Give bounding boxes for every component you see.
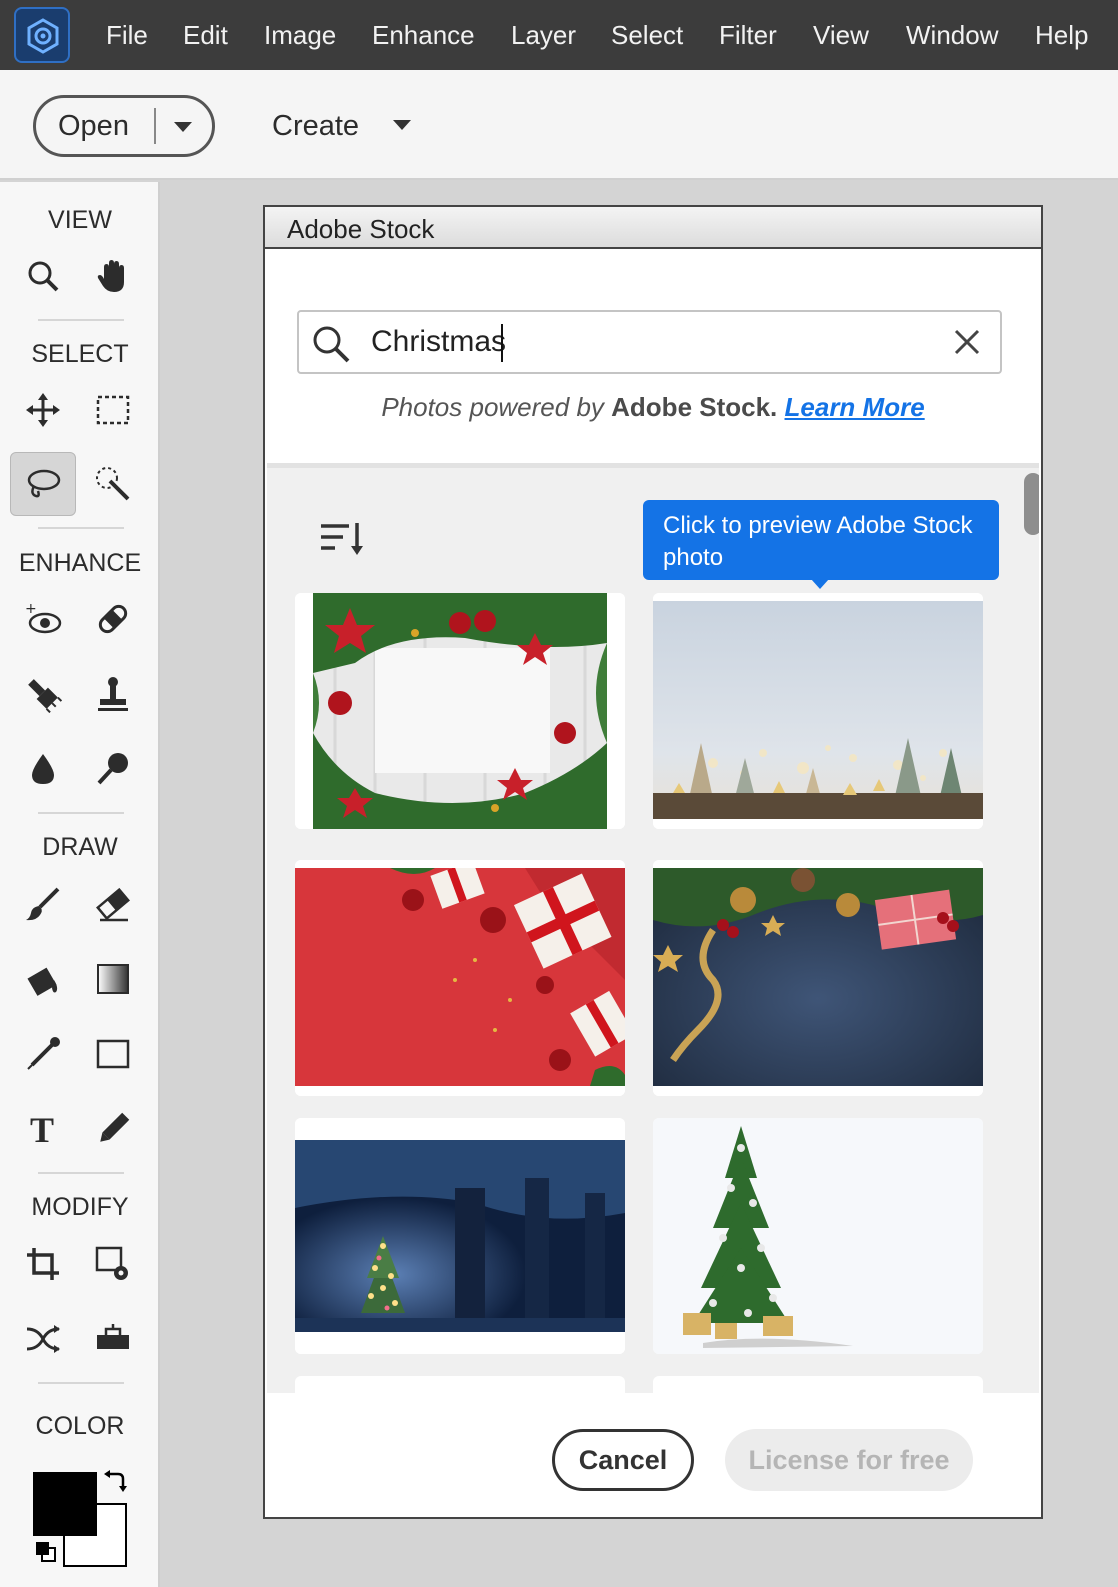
open-button-label: Open <box>58 110 129 142</box>
section-color: COLOR <box>35 1412 125 1440</box>
separator <box>38 1172 124 1174</box>
healing-icon[interactable] <box>80 587 146 651</box>
menu-edit[interactable]: Edit <box>183 0 228 70</box>
photo-thumbnail[interactable] <box>653 1118 983 1354</box>
move-icon[interactable] <box>10 378 76 442</box>
photo-thumbnail[interactable] <box>295 593 625 829</box>
preview-tooltip: Click to preview Adobe Stock photo <box>643 500 999 589</box>
eyedropper-icon[interactable] <box>10 1022 76 1086</box>
brush-icon[interactable] <box>10 872 76 936</box>
cancel-button[interactable]: Cancel <box>552 1429 694 1491</box>
paint-bucket-icon[interactable] <box>10 947 76 1011</box>
photo-thumbnail[interactable] <box>653 1376 983 1393</box>
section-modify: MODIFY <box>31 1193 129 1221</box>
gradient-icon[interactable] <box>80 947 146 1011</box>
search-box[interactable] <box>297 310 1002 374</box>
separator <box>38 812 124 814</box>
red-eye-icon[interactable]: + <box>10 587 76 651</box>
chevron-down-icon[interactable] <box>174 122 192 132</box>
crop-icon[interactable] <box>10 1232 76 1296</box>
straighten-icon[interactable] <box>80 1307 146 1371</box>
text-cursor <box>501 324 503 362</box>
recompose-icon[interactable] <box>80 1232 146 1296</box>
photo-thumbnail[interactable] <box>295 860 625 1096</box>
separator <box>38 319 124 321</box>
menu-filter[interactable]: Filter <box>719 0 777 70</box>
close-icon[interactable] <box>953 328 981 361</box>
marquee-icon[interactable] <box>80 378 146 442</box>
chevron-down-icon[interactable] <box>393 120 411 130</box>
blur-icon[interactable] <box>10 737 76 801</box>
photo-thumbnail[interactable] <box>295 1118 625 1354</box>
section-enhance: ENHANCE <box>18 549 142 577</box>
menu-window[interactable]: Window <box>906 0 998 70</box>
menu-help[interactable]: Help <box>1035 0 1088 70</box>
adobe-stock-dialog: Adobe Stock Photos powered by Adobe Stoc… <box>263 205 1043 1519</box>
results-panel: Click to preview Adobe Stock photo <box>267 463 1039 1393</box>
menu-select[interactable]: Select <box>611 0 683 70</box>
menu-view[interactable]: View <box>813 0 869 70</box>
photo-thumbnail[interactable] <box>653 593 983 829</box>
christmas-wreath-frame-photo <box>295 593 625 829</box>
swap-colors-icon[interactable] <box>102 1468 128 1499</box>
dialog-title-bar[interactable]: Adobe Stock <box>265 207 1041 249</box>
smart-brush-icon[interactable] <box>10 662 76 726</box>
content-aware-move-icon[interactable] <box>10 1307 76 1371</box>
section-view: VIEW <box>48 206 112 234</box>
quick-selection-icon[interactable] <box>80 452 146 516</box>
hand-icon[interactable] <box>80 244 146 308</box>
svg-text:T: T <box>30 1111 54 1147</box>
photo-thumbnail[interactable] <box>295 1376 625 1393</box>
top-toolbar: Open Create <box>0 70 1118 180</box>
lasso-icon[interactable] <box>10 452 76 516</box>
section-draw: DRAW <box>42 833 118 861</box>
open-divider <box>154 108 156 144</box>
menu-bar: File Edit Image Enhance Layer Select Fil… <box>0 0 1118 70</box>
decorated-tree-white-photo <box>653 1118 983 1354</box>
section-select: SELECT <box>31 340 129 368</box>
open-button[interactable]: Open <box>33 95 215 157</box>
christmas-trees-bokeh-photo <box>653 593 983 829</box>
photo-thumbnail[interactable] <box>653 860 983 1096</box>
clone-stamp-icon[interactable] <box>80 662 146 726</box>
pencil-icon[interactable] <box>80 1097 146 1161</box>
menu-layer[interactable]: Layer <box>511 0 576 70</box>
default-colors-icon[interactable] <box>35 1541 57 1563</box>
navy-gift-ornaments-photo <box>653 860 983 1096</box>
tool-panel: VIEW SELECT ENHANCE + DRAW T MODIFY COLO… <box>0 182 160 1587</box>
red-gifts-ornaments-photo <box>295 860 625 1096</box>
menu-file[interactable]: File <box>106 0 148 70</box>
snowy-forest-tree-photo <box>295 1118 625 1354</box>
menu-enhance[interactable]: Enhance <box>372 0 475 70</box>
create-button[interactable]: Create <box>272 95 359 157</box>
dialog-title: Adobe Stock <box>287 214 435 244</box>
svg-text:+: + <box>25 601 37 617</box>
foreground-color-swatch[interactable] <box>33 1472 97 1536</box>
learn-more-link[interactable]: Learn More <box>785 392 925 422</box>
zoom-icon[interactable] <box>10 244 76 308</box>
powered-by-text: Photos powered by <box>381 392 604 422</box>
sort-icon[interactable] <box>319 520 367 561</box>
separator <box>38 527 124 529</box>
sponge-icon[interactable] <box>80 737 146 801</box>
menu-image[interactable]: Image <box>264 0 336 70</box>
app-logo[interactable] <box>14 7 70 63</box>
eraser-icon[interactable] <box>80 872 146 936</box>
type-icon[interactable]: T <box>10 1097 76 1161</box>
shape-icon[interactable] <box>80 1022 146 1086</box>
search-input[interactable] <box>371 320 931 364</box>
license-for-free-button[interactable]: License for free <box>725 1429 973 1491</box>
scrollbar-thumb[interactable] <box>1024 473 1039 535</box>
dialog-footer: Cancel License for free <box>265 1393 1041 1517</box>
powered-by-brand: Adobe Stock. <box>611 392 778 422</box>
separator <box>38 1382 124 1384</box>
search-icon <box>311 324 351 369</box>
powered-by-line: Photos powered by Adobe Stock. Learn Mor… <box>265 392 1041 423</box>
